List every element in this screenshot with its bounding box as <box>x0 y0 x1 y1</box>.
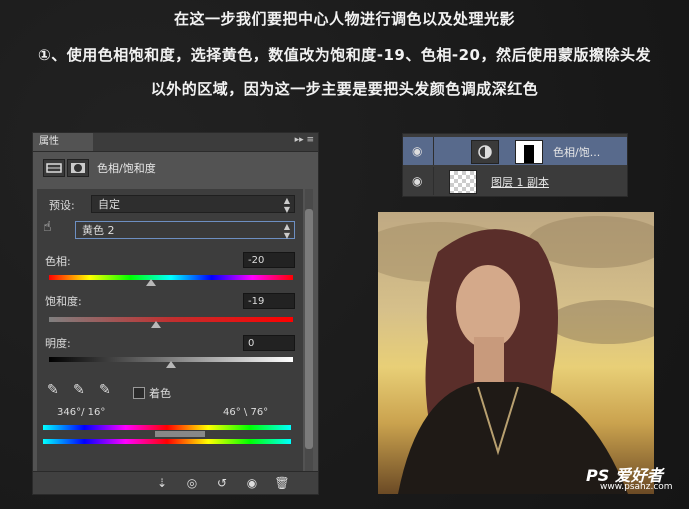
colorize-checkbox[interactable] <box>133 387 145 399</box>
tab-properties[interactable]: 属性 <box>33 133 93 151</box>
saturation-label: 饱和度: <box>45 295 82 308</box>
separator <box>433 167 434 195</box>
adjustment-header: 色相/饱和度 <box>41 157 311 179</box>
scrollbar[interactable] <box>305 189 313 479</box>
layer-name: 图层 1 副本 <box>491 176 549 189</box>
headline-line-2: ①、使用色相饱和度，选择黄色，数值改为饱和度-19、色相-20，然后使用蒙版擦除… <box>38 46 651 64</box>
clip-to-layer-icon[interactable]: ⇣ <box>153 475 171 491</box>
headline-line-3: 以外的区域，因为这一步主要是要把头发颜色调成深红色 <box>150 80 539 98</box>
lightness-label: 明度: <box>45 337 71 350</box>
properties-panel: 属性 ▸▸ ≡ 色相/饱和度 预设: 自定 ▲ ▼ ☝ 黄色 2 ▲ ▼ 色相: -… <box>32 132 319 495</box>
headline-line-1: 在这一步我们要把中心人物进行调色以及处理光影 <box>173 10 515 28</box>
eyedropper-add-icon[interactable]: ✎ <box>73 382 85 398</box>
layers-panel: ◉ 色相/饱... ◉ 图层 1 副本 <box>402 133 628 197</box>
portrait-illustration <box>378 216 654 494</box>
saturation-input[interactable]: -19 <box>243 293 295 309</box>
separator <box>433 137 434 165</box>
saturation-slider-thumb[interactable] <box>151 321 162 328</box>
trash-icon[interactable]: 🗑 <box>273 475 291 491</box>
hue-slider-thumb[interactable] <box>146 279 157 286</box>
lightness-input[interactable]: 0 <box>243 335 295 351</box>
preset-label: 预设: <box>49 199 75 212</box>
dropdown-arrows-icon: ▲ ▼ <box>283 196 290 214</box>
range-left-readout: 346°/ 16° <box>57 407 106 418</box>
channel-value: 黄色 2 <box>82 224 115 237</box>
reset-icon[interactable]: ↺ <box>213 475 231 491</box>
preset-value: 自定 <box>98 198 120 211</box>
lightness-slider-thumb[interactable] <box>166 361 176 368</box>
visibility-eye-icon[interactable]: ◉ <box>412 174 422 188</box>
watermark-url: www.psahz.com <box>600 482 673 492</box>
view-previous-icon[interactable]: ◎ <box>183 475 201 491</box>
hue-label: 色相: <box>45 255 71 268</box>
panel-bottom-toolbar: ⇣ ◎ ↺ ◉ 🗑 <box>33 471 318 494</box>
adjustment-thumbnail[interactable] <box>471 140 499 164</box>
preview-photo <box>378 212 654 494</box>
panel-tabbar: 属性 ▸▸ ≡ <box>33 133 318 152</box>
dropdown-arrows-icon: ▲ ▼ <box>283 222 290 240</box>
range-spectrum-bottom <box>43 439 291 444</box>
layer-mask-icon[interactable] <box>67 159 89 177</box>
layer-row-adjustment[interactable]: ◉ 色相/饱... <box>403 137 627 165</box>
saturation-slider-track[interactable] <box>49 317 293 322</box>
layer-row-pixel[interactable]: ◉ 图层 1 副本 <box>403 167 627 195</box>
mask-thumbnail[interactable] <box>515 140 543 164</box>
channel-dropdown[interactable]: 黄色 2 ▲ ▼ <box>75 221 295 240</box>
range-selector[interactable] <box>155 431 205 437</box>
panel-menu-icon[interactable]: ▸▸ ≡ <box>295 135 314 145</box>
colorize-label: 着色 <box>149 387 171 400</box>
adjustment-controls: 预设: 自定 ▲ ▼ ☝ 黄色 2 ▲ ▼ 色相: -20 饱和度: -19 明度:… <box>37 189 303 479</box>
visibility-icon[interactable]: ◉ <box>243 475 261 491</box>
layer-name: 色相/饱... <box>553 146 601 159</box>
eyedropper-subtract-icon[interactable]: ✎ <box>99 382 111 398</box>
targeted-adjustment-hand-icon[interactable]: ☝ <box>43 219 52 235</box>
hue-slider-track[interactable] <box>49 275 293 280</box>
scrollbar-thumb[interactable] <box>305 209 313 449</box>
preset-dropdown[interactable]: 自定 ▲ ▼ <box>91 195 295 214</box>
hue-saturation-adjustment-icon[interactable] <box>43 159 65 177</box>
adjustment-title: 色相/饱和度 <box>97 162 156 175</box>
eyedropper-icon[interactable]: ✎ <box>47 382 59 398</box>
hue-input[interactable]: -20 <box>243 252 295 268</box>
layer-thumbnail[interactable] <box>449 170 477 194</box>
range-spectrum-top <box>43 425 291 430</box>
range-right-readout: 46° \ 76° <box>223 407 269 418</box>
visibility-eye-icon[interactable]: ◉ <box>412 144 422 158</box>
